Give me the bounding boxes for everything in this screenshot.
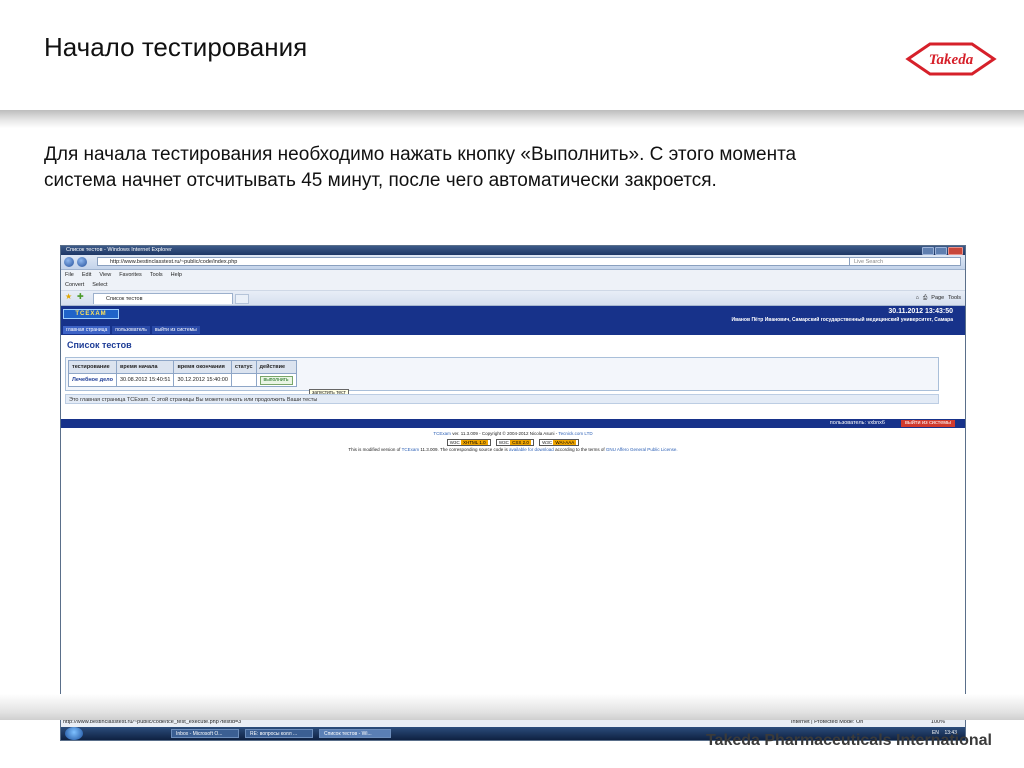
menu-favorites[interactable]: Favorites xyxy=(119,270,142,280)
bottom-logout-button[interactable]: выйти из системы xyxy=(900,420,955,427)
menu-help[interactable]: Help xyxy=(171,270,182,280)
footer-line-3: This is modified version of TCExam 11.3.… xyxy=(61,447,965,452)
close-button[interactable] xyxy=(948,247,963,255)
tabs-bar: ★ ✚ Список тестов ⌂ ⎙ Page Tools xyxy=(61,291,965,306)
col-header-status: статус xyxy=(230,360,257,374)
address-toolbar: http://www.bestinclasstest.ru/~public/co… xyxy=(61,255,965,270)
back-button[interactable] xyxy=(64,257,74,267)
menu-bar: File Edit View Favorites Tools Help xyxy=(61,270,965,280)
footer-license-link[interactable]: GNU Affero General Public License. xyxy=(606,447,678,452)
home-icon[interactable]: ⌂ xyxy=(916,293,919,303)
footer-tcexam-link[interactable]: TCExam xyxy=(433,431,451,436)
taskbar-item-mail[interactable]: RE: вопросы колл ... xyxy=(245,729,313,738)
add-favorites-icon[interactable]: ✚ xyxy=(77,292,84,301)
bottom-band xyxy=(0,694,1024,720)
convert-toolbar: Convert Select xyxy=(61,280,965,291)
badge-label: W3C xyxy=(542,440,553,445)
test-end-time: 30.12.2012 15:40:00 xyxy=(173,373,232,387)
address-input[interactable]: http://www.bestinclasstest.ru/~public/co… xyxy=(97,257,857,266)
nav-logout[interactable]: выйти из системы xyxy=(151,326,200,334)
page-title: Начало тестирования xyxy=(44,32,308,62)
current-datetime: 30.11.2012 13:43:50 xyxy=(888,308,953,315)
browser-screenshot: Список тестов - Windows Internet Explore… xyxy=(60,245,966,741)
takeda-logo: Takeda xyxy=(905,42,997,76)
footer-source-text: 11.3.009. The corresponding source code … xyxy=(420,447,508,452)
menu-edit[interactable]: Edit xyxy=(82,270,91,280)
footer-brand: Takeda Pharmaceuticals International xyxy=(705,732,992,749)
test-action-cell: выполнить xyxy=(255,373,297,387)
header-band xyxy=(0,110,1024,128)
forward-button[interactable] xyxy=(77,257,87,267)
tools-menu[interactable]: Tools xyxy=(948,293,961,303)
badge-css[interactable]: W3C CSS 2.0 xyxy=(495,439,534,446)
nav-user[interactable]: пользователь xyxy=(112,326,150,334)
logo-text: Takeda xyxy=(929,52,974,68)
page-menu[interactable]: Page xyxy=(931,293,944,303)
tcexam-logo: TCEXAM xyxy=(63,309,119,319)
taskbar-item-browser[interactable]: Список тестов - Wi... xyxy=(319,729,391,738)
footer-badges: W3C XHTML 1.0 W3C CSS 2.0 W3C WAI-AAA xyxy=(61,439,965,446)
badge-value: XHTML 1.0 xyxy=(461,440,488,445)
start-button[interactable] xyxy=(65,727,83,740)
footer-download-link[interactable]: available for download xyxy=(509,447,554,452)
col-header-action: действие xyxy=(255,360,297,374)
col-header-test: тестирование xyxy=(68,360,117,374)
table-row: Лечебное дело 30.08.2012 15:40:51 30.12.… xyxy=(68,373,297,387)
slide-body-text: Для начала тестирования необходимо нажат… xyxy=(44,144,797,191)
select-button[interactable]: Select xyxy=(92,280,107,290)
tests-table: тестирование время начала время окончани… xyxy=(68,360,297,387)
tests-panel: тестирование время начала время окончани… xyxy=(65,357,939,391)
print-icon[interactable]: ⎙ xyxy=(923,293,927,303)
tcexam-nav: главная страница пользователь выйти из с… xyxy=(61,326,965,335)
maximize-button[interactable] xyxy=(935,247,947,255)
footer-line-1: TCExam ver. 11.3.009 - Copyright © 2004-… xyxy=(61,431,965,436)
footer-tcexam-name-link[interactable]: TCExam xyxy=(402,447,420,452)
footer-modified-text: This is modified version of xyxy=(348,447,401,452)
nav-home[interactable]: главная страница xyxy=(63,326,111,334)
menu-view[interactable]: View xyxy=(99,270,111,280)
taskbar-item-outlook[interactable]: Inbox - Microsoft O... xyxy=(171,729,239,738)
badge-xhtml[interactable]: W3C XHTML 1.0 xyxy=(446,439,491,446)
bottom-user-label: пользователь: vxbnx6 xyxy=(829,420,885,426)
table-header-row: тестирование время начала время окончани… xyxy=(68,360,297,374)
col-header-end: время окончания xyxy=(173,360,232,374)
user-info: Иванов Пётр Иванович, Самарский государс… xyxy=(731,317,953,323)
tab-spisok-testov[interactable]: Список тестов xyxy=(93,293,233,304)
test-status xyxy=(230,373,257,387)
minimize-button[interactable] xyxy=(922,247,934,255)
menu-file[interactable]: File xyxy=(65,270,74,280)
window-title: Список тестов - Windows Internet Explore… xyxy=(66,247,172,253)
test-name-link[interactable]: Лечебное дело xyxy=(68,373,117,387)
list-title: Список тестов xyxy=(67,340,132,350)
badge-wai[interactable]: W3C WAI-AAA xyxy=(539,439,580,446)
footer-terms-text: according to the terms of xyxy=(555,447,605,452)
app-bottom-bar: пользователь: vxbnx6 выйти из системы xyxy=(61,419,965,428)
footer-copyright: ver. 11.3.009 - Copyright © 2004-2012 Ni… xyxy=(452,431,558,436)
new-tab-button[interactable] xyxy=(235,294,249,304)
convert-button[interactable]: Convert xyxy=(65,280,84,290)
footer-tecnick-link[interactable]: Tecnick.com LTD xyxy=(558,431,592,436)
tcexam-banner: TCEXAM 30.11.2012 13:43:50 Иванов Пётр И… xyxy=(61,306,965,326)
window-titlebar: Список тестов - Windows Internet Explore… xyxy=(61,246,965,255)
badge-label: W3C xyxy=(449,440,460,445)
badge-value: WAI-AAA xyxy=(553,440,577,445)
info-bar: Это главная страница TCExam. С этой стра… xyxy=(65,394,939,404)
window-controls xyxy=(922,247,963,255)
menu-tools[interactable]: Tools xyxy=(150,270,163,280)
command-bar: ⌂ ⎙ Page Tools xyxy=(916,293,961,303)
favorites-star-icon[interactable]: ★ xyxy=(65,292,72,301)
search-input[interactable]: Live Search xyxy=(849,257,961,266)
badge-label: W3C xyxy=(498,440,509,445)
execute-test-button[interactable]: выполнить xyxy=(259,375,293,385)
test-start-time: 30.08.2012 15:40:51 xyxy=(115,373,175,387)
badge-value: CSS 2.0 xyxy=(510,440,531,445)
col-header-start: время начала xyxy=(115,360,175,374)
